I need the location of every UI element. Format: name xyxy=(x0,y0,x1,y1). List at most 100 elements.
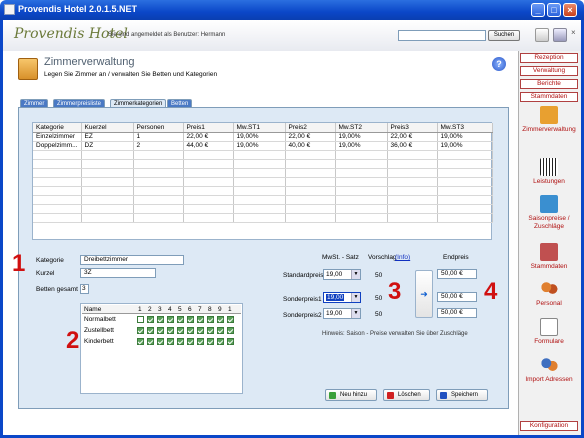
bed-checkbox[interactable] xyxy=(187,316,194,323)
column-header[interactable]: Preis3 xyxy=(387,123,438,133)
table-row[interactable]: Einzelzimmer EZ 1 22,00 €19,00% 22,00 €19,00… xyxy=(33,132,493,142)
bed-grid-header-name: Name xyxy=(84,306,102,313)
apply-suggestion-button[interactable]: ➜ xyxy=(415,270,433,318)
bed-checkbox[interactable] xyxy=(157,327,164,334)
add-button-label: Neu hinzu xyxy=(340,392,368,398)
bed-checkbox[interactable] xyxy=(147,327,154,334)
bed-row-label: Zustellbett xyxy=(84,327,114,334)
nav-item-stammdaten[interactable]: Stammdaten xyxy=(520,243,578,271)
bed-checkbox[interactable] xyxy=(207,316,214,323)
bed-col-10: 1 xyxy=(228,306,232,313)
standardpreis-endpreis-input[interactable]: 50,00 € xyxy=(437,269,477,279)
bed-checkbox[interactable] xyxy=(137,327,144,334)
bed-checkbox[interactable] xyxy=(147,338,154,345)
nav-item-leistungen[interactable]: Leistungen xyxy=(520,158,578,186)
bed-checkbox[interactable] xyxy=(147,316,154,323)
sonderpreis1-mwst-select[interactable]: 19,00 ▼ xyxy=(323,292,361,303)
bed-checkbox[interactable] xyxy=(157,316,164,323)
sonderpreis1-endpreis-input[interactable]: 50,00 € xyxy=(437,292,477,302)
bed-checkbox[interactable] xyxy=(187,327,194,334)
add-button[interactable]: Neu hinzu xyxy=(325,389,377,401)
minimize-button[interactable]: _ xyxy=(531,3,545,17)
users-icon xyxy=(540,280,558,298)
barcode-icon xyxy=(540,158,558,176)
bed-checkbox[interactable] xyxy=(217,316,224,323)
info-link[interactable]: (Info) xyxy=(395,254,410,261)
bed-checkbox[interactable] xyxy=(207,327,214,334)
chevron-down-icon: ▼ xyxy=(351,270,360,279)
table-cell: 19,00% xyxy=(437,132,493,142)
bed-checkbox[interactable] xyxy=(207,338,214,345)
column-header[interactable]: Preis1 xyxy=(183,123,234,133)
bed-checkbox[interactable] xyxy=(177,327,184,334)
print-icon[interactable] xyxy=(535,28,549,42)
delete-button[interactable]: Löschen xyxy=(383,389,430,401)
nav-verwaltung-button[interactable]: Verwaltung xyxy=(520,66,578,76)
app-icon xyxy=(4,4,15,15)
column-header[interactable]: Preis2 xyxy=(285,123,336,133)
bed-checkbox[interactable] xyxy=(227,327,234,334)
nav-item-formulare[interactable]: Formulare xyxy=(520,318,578,346)
kuerzel-label: Kurzel xyxy=(36,270,55,277)
bed-checkbox[interactable] xyxy=(217,327,224,334)
mwst-header: MwSt. - Satz xyxy=(322,254,359,261)
bed-checkbox[interactable] xyxy=(157,338,164,345)
table-cell: EZ xyxy=(81,132,134,142)
nav-item-personal[interactable]: Personal xyxy=(520,280,578,308)
search-input[interactable] xyxy=(398,30,486,41)
konfiguration-button[interactable]: Konfiguration xyxy=(520,421,578,431)
bed-checkbox[interactable] xyxy=(167,327,174,334)
sonderpreis2-mwst-select[interactable]: 19,00 ▼ xyxy=(323,308,361,319)
table-row[interactable]: Doppelzimm... DZ 2 44,00 €19,00% 40,00 €19,0… xyxy=(33,141,493,151)
kategorie-input[interactable]: Dreibettzimmer xyxy=(80,255,184,265)
document-icon xyxy=(540,318,558,336)
bed-checkbox[interactable] xyxy=(227,316,234,323)
nav-berichte-button[interactable]: Berichte xyxy=(520,79,578,89)
column-header[interactable]: Personen xyxy=(133,123,184,133)
nav-stammdaten-button[interactable]: Stammdaten xyxy=(520,92,578,102)
nav-item-import-adressen[interactable]: Import Adressen xyxy=(520,356,578,384)
bed-checkbox[interactable] xyxy=(197,316,204,323)
edit-icon xyxy=(540,243,558,261)
bed-checkbox[interactable] xyxy=(187,338,194,345)
nav-item-zimmerverwaltung[interactable]: Zimmerverwaltung xyxy=(520,106,578,134)
bed-checkbox[interactable] xyxy=(217,338,224,345)
sonderpreis2-endpreis-input[interactable]: 50,00 € xyxy=(437,308,477,318)
kuerzel-input[interactable]: 3Z xyxy=(80,268,156,278)
bed-checkbox[interactable] xyxy=(177,316,184,323)
categories-table[interactable]: Kategorie Kuerzel Personen Preis1 Mw.ST1… xyxy=(32,122,493,240)
table-cell: 19,00% xyxy=(233,141,286,151)
column-header[interactable]: Mw.ST1 xyxy=(233,123,286,133)
annotation-4: 4 xyxy=(484,278,498,305)
search-button[interactable]: Suchen xyxy=(488,30,520,41)
nav-item-label: Personal xyxy=(536,300,562,307)
bed-checkbox[interactable] xyxy=(197,327,204,334)
annotation-2: 2 xyxy=(66,327,80,354)
column-header[interactable]: Kuerzel xyxy=(81,123,134,133)
window-title: Provendis Hotel 2.0.1.5.NET xyxy=(18,4,138,14)
save-button[interactable]: Speichern xyxy=(436,389,488,401)
standardpreis-mwst-select[interactable]: 19,00 ▼ xyxy=(323,269,361,280)
sonderpreis1-vorschlag: 50 xyxy=(375,295,383,302)
bed-col-4: 4 xyxy=(168,306,172,313)
select-value: 19,00 xyxy=(326,310,343,317)
nav-rezeption-button[interactable]: Rezeption xyxy=(520,53,578,63)
bed-checkbox[interactable] xyxy=(197,338,204,345)
close-button[interactable]: × xyxy=(563,3,577,17)
close-icon[interactable]: × xyxy=(571,28,579,42)
bed-checkbox[interactable] xyxy=(167,338,174,345)
nav-item-saisonpreise[interactable]: Saisonpreise / Zuschläge xyxy=(520,195,578,231)
sonderpreis2-label: Sonderpreis2 xyxy=(283,312,322,319)
column-header[interactable]: Mw.ST2 xyxy=(335,123,388,133)
bed-checkbox[interactable] xyxy=(167,316,174,323)
column-header[interactable]: Kategorie xyxy=(33,123,82,133)
bed-checkbox[interactable] xyxy=(177,338,184,345)
betten-gesamt-value: 3 xyxy=(80,284,89,294)
maximize-button[interactable]: □ xyxy=(547,3,561,17)
bed-checkbox[interactable] xyxy=(137,316,144,323)
bed-checkbox[interactable] xyxy=(227,338,234,345)
help-icon[interactable]: ? xyxy=(492,57,506,71)
column-header[interactable]: Mw.ST3 xyxy=(437,123,493,133)
mail-icon[interactable] xyxy=(553,28,567,42)
bed-checkbox[interactable] xyxy=(137,338,144,345)
